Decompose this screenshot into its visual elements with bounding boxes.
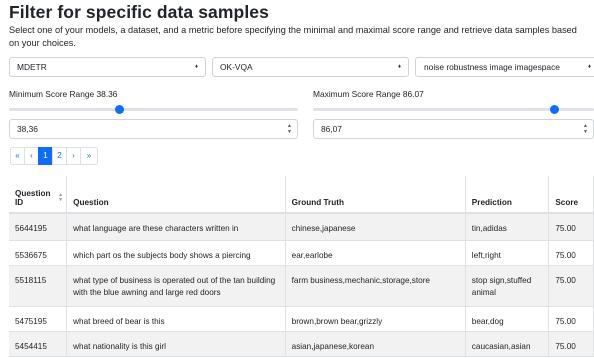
cell-ground-truth: brown,brown bear,grizzly	[285, 306, 466, 332]
column-header-prediction[interactable]: Prediction	[465, 176, 550, 214]
min-score-input[interactable]: 38,36 ▲ ▼	[9, 119, 298, 139]
min-score-input-value: 38,36	[17, 124, 38, 134]
cell-question-id: 5454415	[9, 331, 68, 357]
cell-prediction: stop sign,stuffed animal	[465, 265, 550, 307]
table-row: 5518115 what type of business is operate…	[9, 265, 594, 307]
table-row: 5454415 what nationality is this girl as…	[9, 331, 594, 357]
page-title: Filter for specific data samples	[9, 2, 269, 22]
column-header-ground-truth[interactable]: Ground Truth	[285, 176, 466, 214]
column-header-score[interactable]: Score	[548, 176, 594, 214]
max-score-slider-thumb[interactable]	[550, 105, 560, 114]
cell-question: what breed of bear is this	[66, 306, 286, 332]
select-caret-icon: ♦	[397, 64, 401, 70]
cell-question: which part os the subjects body shows a …	[66, 240, 286, 266]
dataset-select-value: OK-VQA	[220, 62, 253, 72]
model-select-value: MDETR	[17, 62, 47, 72]
table-row: 5475195 what breed of bear is this brown…	[9, 306, 594, 332]
min-score-label: Minimum Score Range 38.36	[9, 89, 118, 99]
metric-select[interactable]: noise robustness image imagespace ♦	[415, 57, 594, 77]
page-first-button[interactable]: «	[10, 147, 25, 165]
cell-score: 75.00	[548, 265, 594, 307]
table-row: 5536675 which part os the subjects body …	[9, 240, 594, 266]
page-last-button[interactable]: »	[80, 147, 98, 165]
cell-question-id: 5475195	[9, 306, 68, 332]
cell-prediction: bear,dog	[465, 306, 550, 332]
table-row: 5644195 what language are these characte…	[9, 213, 594, 241]
max-score-label: Maximum Score Range 86.07	[313, 89, 424, 99]
results-table: Question ID ▲ ▼ Question Ground Truth Pre…	[9, 176, 594, 357]
cell-ground-truth: chinese,japanese	[285, 213, 466, 241]
cell-prediction: tin,adidas	[465, 213, 550, 241]
cell-ground-truth: farm business,mechanic,storage,store	[285, 265, 466, 307]
min-score-slider[interactable]	[9, 105, 298, 114]
cell-score: 75.00	[548, 213, 594, 241]
dataset-select[interactable]: OK-VQA ♦	[212, 57, 409, 77]
max-score-slider[interactable]	[313, 105, 594, 114]
cell-ground-truth: asian,japanese,korean	[285, 331, 466, 357]
cell-score: 75.00	[548, 306, 594, 332]
column-header-question-id[interactable]: Question ID ▲ ▼	[9, 176, 68, 214]
cell-question: what language are these characters writt…	[66, 213, 286, 241]
pagination: « ‹ 1 2 › »	[10, 147, 98, 165]
max-score-input[interactable]: 86,07 ▲ ▼	[313, 119, 594, 139]
metric-select-value: noise robustness image imagespace	[424, 62, 560, 72]
cell-question: what type of business is operated out of…	[66, 265, 286, 307]
page-2-button[interactable]: 2	[52, 147, 67, 165]
cell-question-id: 5518115	[9, 265, 68, 307]
table-header-row: Question ID ▲ ▼ Question Ground Truth Pre…	[9, 176, 594, 214]
page-prev-button[interactable]: ‹	[24, 147, 39, 165]
cell-prediction: left,right	[465, 240, 550, 266]
filter-page: Filter for specific data samples Select …	[0, 0, 594, 358]
page-description: Select one of your models, a dataset, an…	[9, 25, 577, 48]
cell-prediction: caucasian,asian	[465, 331, 550, 357]
page-1-button[interactable]: 1	[38, 147, 53, 165]
page-next-button[interactable]: ›	[66, 147, 81, 165]
spinner-icon[interactable]: ▲ ▼	[286, 123, 293, 135]
spinner-icon[interactable]: ▲ ▼	[582, 123, 589, 135]
column-header-question[interactable]: Question	[66, 176, 286, 214]
cell-score: 75.00	[548, 240, 594, 266]
cell-question: what nationality is this girl	[66, 331, 286, 357]
cell-score: 75.00	[548, 331, 594, 357]
select-caret-icon: ♦	[587, 64, 591, 70]
select-caret-icon: ♦	[194, 64, 198, 70]
model-select[interactable]: MDETR ♦	[9, 57, 206, 77]
min-score-slider-thumb[interactable]	[115, 105, 125, 114]
sort-icon[interactable]: ▲ ▼	[58, 193, 63, 203]
cell-question-id: 5644195	[9, 213, 68, 241]
cell-question-id: 5536675	[9, 240, 68, 266]
cell-ground-truth: ear,earlobe	[285, 240, 466, 266]
max-score-input-value: 86,07	[321, 124, 342, 134]
